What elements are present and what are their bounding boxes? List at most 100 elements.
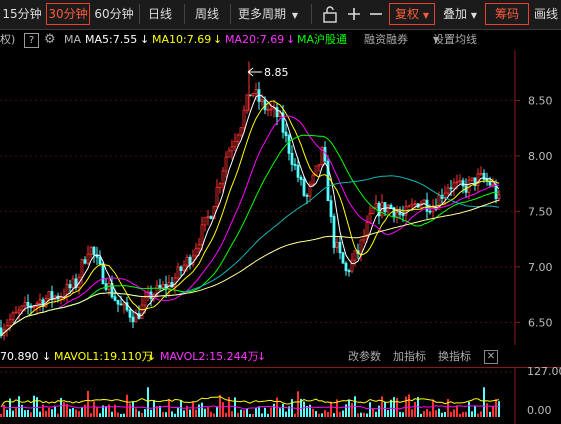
candle-body — [479, 172, 483, 175]
period-30min-button[interactable]: 30分钟 — [46, 3, 90, 25]
candle-body — [275, 107, 279, 118]
volume-bar — [6, 409, 8, 417]
volume-bar — [12, 410, 14, 417]
volume-bar — [363, 412, 365, 417]
volume-bar — [225, 412, 227, 417]
fuquan-label: 复权 — [395, 7, 420, 21]
volume-bar — [255, 407, 257, 417]
candle-body — [347, 270, 351, 273]
volume-bar — [78, 411, 80, 417]
candle-body — [239, 127, 243, 136]
candle-body — [50, 291, 54, 300]
candle-body — [314, 165, 318, 176]
period-60min-button[interactable]: 60分钟 — [92, 3, 136, 25]
zoom-in-icon[interactable] — [344, 4, 364, 24]
huaxian-button[interactable]: 画线 — [534, 3, 561, 25]
volume-bar — [294, 413, 296, 417]
rongzi-button[interactable]: 融资融券 — [364, 30, 408, 50]
zoom-out-icon[interactable] — [366, 4, 386, 24]
volume-bar — [420, 413, 422, 417]
candle-body — [329, 200, 333, 217]
candle-body — [209, 216, 213, 219]
volume-bar — [474, 406, 476, 417]
period-week-button[interactable]: 周线 — [188, 3, 226, 25]
add-indicator-button[interactable]: 加指标 — [393, 347, 426, 367]
mavol1-value: MAVOL1:19.110万 — [54, 350, 153, 363]
arrow-down-icon: ↓ — [213, 33, 223, 46]
volume-bar — [246, 408, 248, 417]
volume-bar — [183, 410, 185, 417]
volume-bar — [396, 398, 398, 417]
candle-body — [296, 164, 300, 178]
volume-bar — [375, 411, 377, 417]
volume-bar — [468, 401, 470, 417]
period-day-button[interactable]: 日线 — [142, 3, 178, 25]
candle-body — [86, 253, 90, 264]
candle-body — [173, 277, 177, 288]
volume-bar — [366, 413, 368, 417]
help-button[interactable]: ? — [24, 33, 39, 48]
gear-icon[interactable]: ⚙ — [44, 30, 56, 50]
diejia-dropdown[interactable]: 叠加 ▼ — [438, 3, 482, 25]
volume-bar — [111, 411, 113, 417]
swap-indicator-button[interactable]: 换指标 — [438, 347, 471, 367]
volume-bar — [339, 411, 341, 417]
candle-body — [458, 180, 462, 183]
volume-bar — [237, 412, 239, 417]
ma-info-bar: 权) ? ⚙ MA MA5:7.55 ↓ MA10:7.69 ↓ MA20:7.… — [0, 30, 561, 50]
gai-canshu-button[interactable]: 改参数 — [348, 347, 381, 367]
candle-body — [32, 306, 36, 309]
volume-bar — [459, 413, 461, 417]
volume-bar — [132, 401, 134, 417]
volume-bar — [297, 391, 299, 417]
volume-bar — [453, 409, 455, 417]
candle-body — [287, 135, 291, 154]
volume-bar — [342, 410, 344, 417]
volume-bar — [33, 395, 35, 417]
candle-body — [374, 202, 378, 209]
candle-body — [80, 259, 84, 278]
volume-bar — [81, 406, 83, 417]
volume-bar — [495, 399, 497, 417]
volume-axis-max: 127.00 — [527, 367, 561, 378]
volume-bar — [444, 411, 446, 417]
candle-body — [161, 284, 165, 289]
volume-bar — [258, 406, 260, 417]
more-periods-dropdown[interactable]: 更多周期 ▼ — [233, 3, 303, 25]
ma5-value: MA5:7.55 — [85, 33, 138, 46]
price-tick-label: 7.00 — [528, 261, 553, 274]
candle-body — [410, 203, 414, 207]
fuquan-dropdown[interactable]: 复权 ▼ — [389, 3, 435, 25]
volume-bar — [147, 387, 149, 417]
candle-body — [470, 177, 474, 181]
chouma-button[interactable]: 筹码 — [485, 3, 529, 25]
volume-bar — [72, 407, 74, 417]
fuquan-short-label: 权) — [0, 33, 16, 46]
close-icon[interactable]: ✕ — [484, 350, 498, 364]
arrow-down-icon: ↓ — [140, 33, 150, 46]
volume-bar — [348, 399, 350, 417]
candlestick-chart[interactable]: 8.50 8.00 7.50 7.00 6.50 8.85 — [0, 50, 561, 345]
price-tick-label: 8.00 — [528, 150, 553, 163]
chevron-down-icon: ▼ — [433, 35, 440, 44]
candle-body — [353, 250, 357, 261]
chevron-down-icon: ▼ — [470, 11, 477, 20]
volume-bar — [57, 413, 59, 417]
volume-bar — [441, 412, 443, 417]
candle-body — [407, 205, 411, 208]
candle-body — [251, 93, 255, 96]
candle-body — [413, 203, 417, 206]
volume-bar — [399, 411, 401, 417]
candle-body — [311, 174, 315, 185]
candle-body — [305, 194, 309, 197]
volume-bar — [198, 404, 200, 417]
toolbar-divider — [184, 4, 185, 24]
volume-bar — [210, 411, 212, 417]
arrow-down-icon: ↓ — [286, 33, 296, 46]
candle-body — [260, 99, 264, 102]
candle-body — [71, 278, 75, 289]
unlock-icon[interactable] — [320, 4, 340, 24]
period-15min-button[interactable]: 15分钟 — [0, 3, 44, 25]
candle-body — [122, 302, 126, 306]
volume-chart[interactable]: 127.00 0.00 — [0, 367, 561, 424]
